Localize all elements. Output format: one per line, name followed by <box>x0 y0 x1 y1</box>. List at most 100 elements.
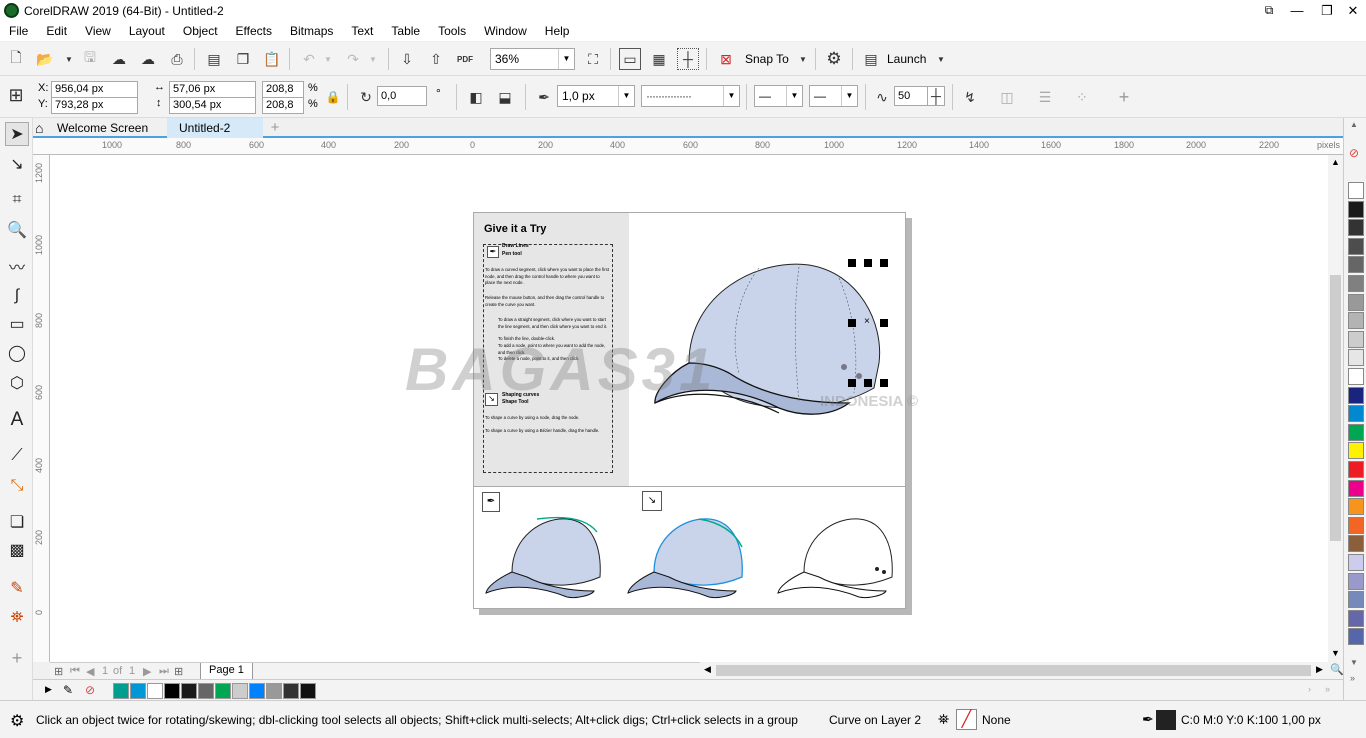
color-swatch[interactable] <box>1348 312 1364 330</box>
rotation-field[interactable]: 0,0 <box>377 86 427 106</box>
page-1-tab[interactable]: Page 1 <box>200 663 253 680</box>
quick-customize-icon[interactable]: + <box>5 646 29 670</box>
color-swatch[interactable] <box>1348 219 1364 237</box>
selection-handle[interactable] <box>864 259 872 267</box>
palette-scroll-right-icon[interactable]: › <box>1308 684 1311 694</box>
smoothing-slider-icon[interactable]: ┼ <box>927 86 945 106</box>
transparency-tool-icon[interactable]: ▩ <box>5 538 29 562</box>
export-pdf-icon[interactable]: PDF <box>454 48 476 70</box>
align-icon[interactable]: ☰ <box>1034 86 1056 108</box>
show-grid-icon[interactable]: ▦ <box>648 48 670 70</box>
color-swatch[interactable] <box>1348 516 1364 534</box>
close-button[interactable]: ✕ <box>1336 0 1366 21</box>
shape-tool-icon[interactable]: ↘ <box>5 152 29 176</box>
cloud-upload-icon[interactable]: ☁ <box>137 48 159 70</box>
rectangle-tool-icon[interactable]: ▭ <box>5 312 29 336</box>
redo-icon[interactable]: ↷ <box>342 48 364 70</box>
export-icon[interactable]: ⇧ <box>425 48 447 70</box>
rotation-icon[interactable]: ↻ <box>355 86 377 108</box>
minimize-button[interactable]: — <box>1280 0 1314 21</box>
interactive-fill-icon[interactable]: ⛯ <box>5 606 29 630</box>
wrap-text-icon[interactable]: ◫ <box>996 86 1018 108</box>
document-page[interactable]: Give it a Try ✒ Draw Lines Pen tool To d… <box>473 212 906 609</box>
selection-handle[interactable] <box>848 259 856 267</box>
outline-pen-icon[interactable]: ✒ <box>533 86 555 108</box>
tab-untitled-2[interactable]: Untitled-2 <box>167 118 263 138</box>
line-style-dropdown[interactable]: ··············· ▼ <box>641 85 740 107</box>
smoothing-field[interactable]: 50 <box>894 86 928 106</box>
eyedropper-tool-icon[interactable]: ✎ <box>5 576 29 600</box>
curve-smoothness-icon[interactable]: ∿ <box>871 86 893 108</box>
add-toolbar-icon[interactable]: + <box>1113 86 1135 108</box>
outline-width-dropdown[interactable]: 1,0 px ▼ <box>557 85 635 107</box>
save-icon[interactable]: 🖫 <box>79 48 101 70</box>
x-position-field[interactable]: 956,04 px <box>51 81 138 98</box>
zoom-to-page-icon[interactable]: ⛶ <box>582 48 604 70</box>
palette-menu-icon[interactable]: ▶ <box>45 684 52 695</box>
color-swatch[interactable] <box>1348 405 1364 423</box>
palette-more-icon[interactable]: » <box>1350 673 1355 683</box>
no-color-swatch[interactable]: ⊘ <box>1349 146 1359 160</box>
open-icon[interactable]: 📂 <box>34 48 56 70</box>
artistic-media-icon[interactable]: ∫ <box>5 284 29 308</box>
color-swatch[interactable] <box>232 683 248 699</box>
menu-edit[interactable]: Edit <box>37 24 76 38</box>
color-swatch[interactable] <box>215 683 231 699</box>
color-swatch[interactable] <box>1348 628 1364 646</box>
snap-off-icon[interactable]: ⊠ <box>715 48 737 70</box>
scroll-down-icon[interactable]: ▼ <box>1331 648 1340 658</box>
color-swatch[interactable] <box>266 683 282 699</box>
scroll-right-icon[interactable]: ▶ <box>1316 664 1323 675</box>
cut-icon[interactable]: ▤ <box>203 48 225 70</box>
end-arrowhead-dropdown[interactable]: — ▼ <box>809 85 858 107</box>
color-swatch[interactable] <box>1348 461 1364 478</box>
vertical-scroll-thumb[interactable] <box>1330 275 1341 541</box>
outline-color-swatch[interactable] <box>1156 710 1176 730</box>
open-dropdown-icon[interactable]: ▼ <box>58 48 80 70</box>
paste-icon[interactable]: 📋 <box>261 48 283 70</box>
crop-tool-icon[interactable]: ⌗ <box>5 188 29 212</box>
ellipse-tool-icon[interactable]: ◯ <box>5 341 29 365</box>
color-swatch[interactable] <box>113 683 129 699</box>
next-page-icon[interactable]: ▶ <box>143 665 151 678</box>
last-page-icon[interactable]: ⏭ <box>159 665 169 678</box>
import-icon[interactable]: ⇩ <box>396 48 418 70</box>
status-settings-icon[interactable]: ⚙ <box>10 711 24 731</box>
close-curve-icon[interactable]: ↯ <box>959 86 981 108</box>
color-swatch[interactable] <box>283 683 299 699</box>
polygon-tool-icon[interactable]: ⬡ <box>5 371 29 395</box>
menu-window[interactable]: Window <box>475 24 536 38</box>
reference-point-icon[interactable]: ⊞ <box>5 84 27 106</box>
snap-to-button[interactable]: Snap To <box>745 52 789 66</box>
color-swatch[interactable] <box>1348 293 1364 311</box>
fill-none-swatch[interactable]: ╱ <box>956 709 977 730</box>
print-icon[interactable]: ⎙ <box>166 48 188 70</box>
menu-file[interactable]: File <box>0 24 37 38</box>
color-swatch[interactable] <box>1348 479 1364 497</box>
color-swatch[interactable] <box>164 683 180 699</box>
selection-handle[interactable] <box>880 379 888 387</box>
add-page-before-icon[interactable]: ⊞ <box>54 665 63 678</box>
selection-handle[interactable] <box>864 379 872 387</box>
color-swatch[interactable] <box>1348 498 1364 516</box>
launch-button[interactable]: Launch <box>887 52 926 66</box>
menu-tools[interactable]: Tools <box>429 24 475 38</box>
palette-expand-icon[interactable]: » <box>1325 684 1330 694</box>
color-swatch[interactable] <box>147 683 163 699</box>
selection-handle[interactable] <box>880 259 888 267</box>
current-page-number[interactable]: 1 <box>102 665 108 677</box>
palette-up-icon[interactable]: ▲ <box>1350 120 1358 129</box>
scale-height-field[interactable]: 208,8 <box>262 97 304 114</box>
color-swatch[interactable] <box>1348 256 1364 274</box>
color-swatch[interactable] <box>198 683 214 699</box>
menu-object[interactable]: Object <box>174 24 227 38</box>
color-swatch[interactable] <box>130 683 146 699</box>
color-swatch[interactable] <box>300 683 316 699</box>
cloud-download-icon[interactable]: ☁ <box>108 48 130 70</box>
color-swatch[interactable] <box>1348 200 1364 218</box>
selection-handle[interactable] <box>848 379 856 387</box>
show-guidelines-icon[interactable]: ┼ <box>677 48 699 70</box>
scroll-up-icon[interactable]: ▲ <box>1331 157 1340 167</box>
menu-help[interactable]: Help <box>536 24 579 38</box>
weld-icon[interactable]: ⁘ <box>1071 86 1093 108</box>
